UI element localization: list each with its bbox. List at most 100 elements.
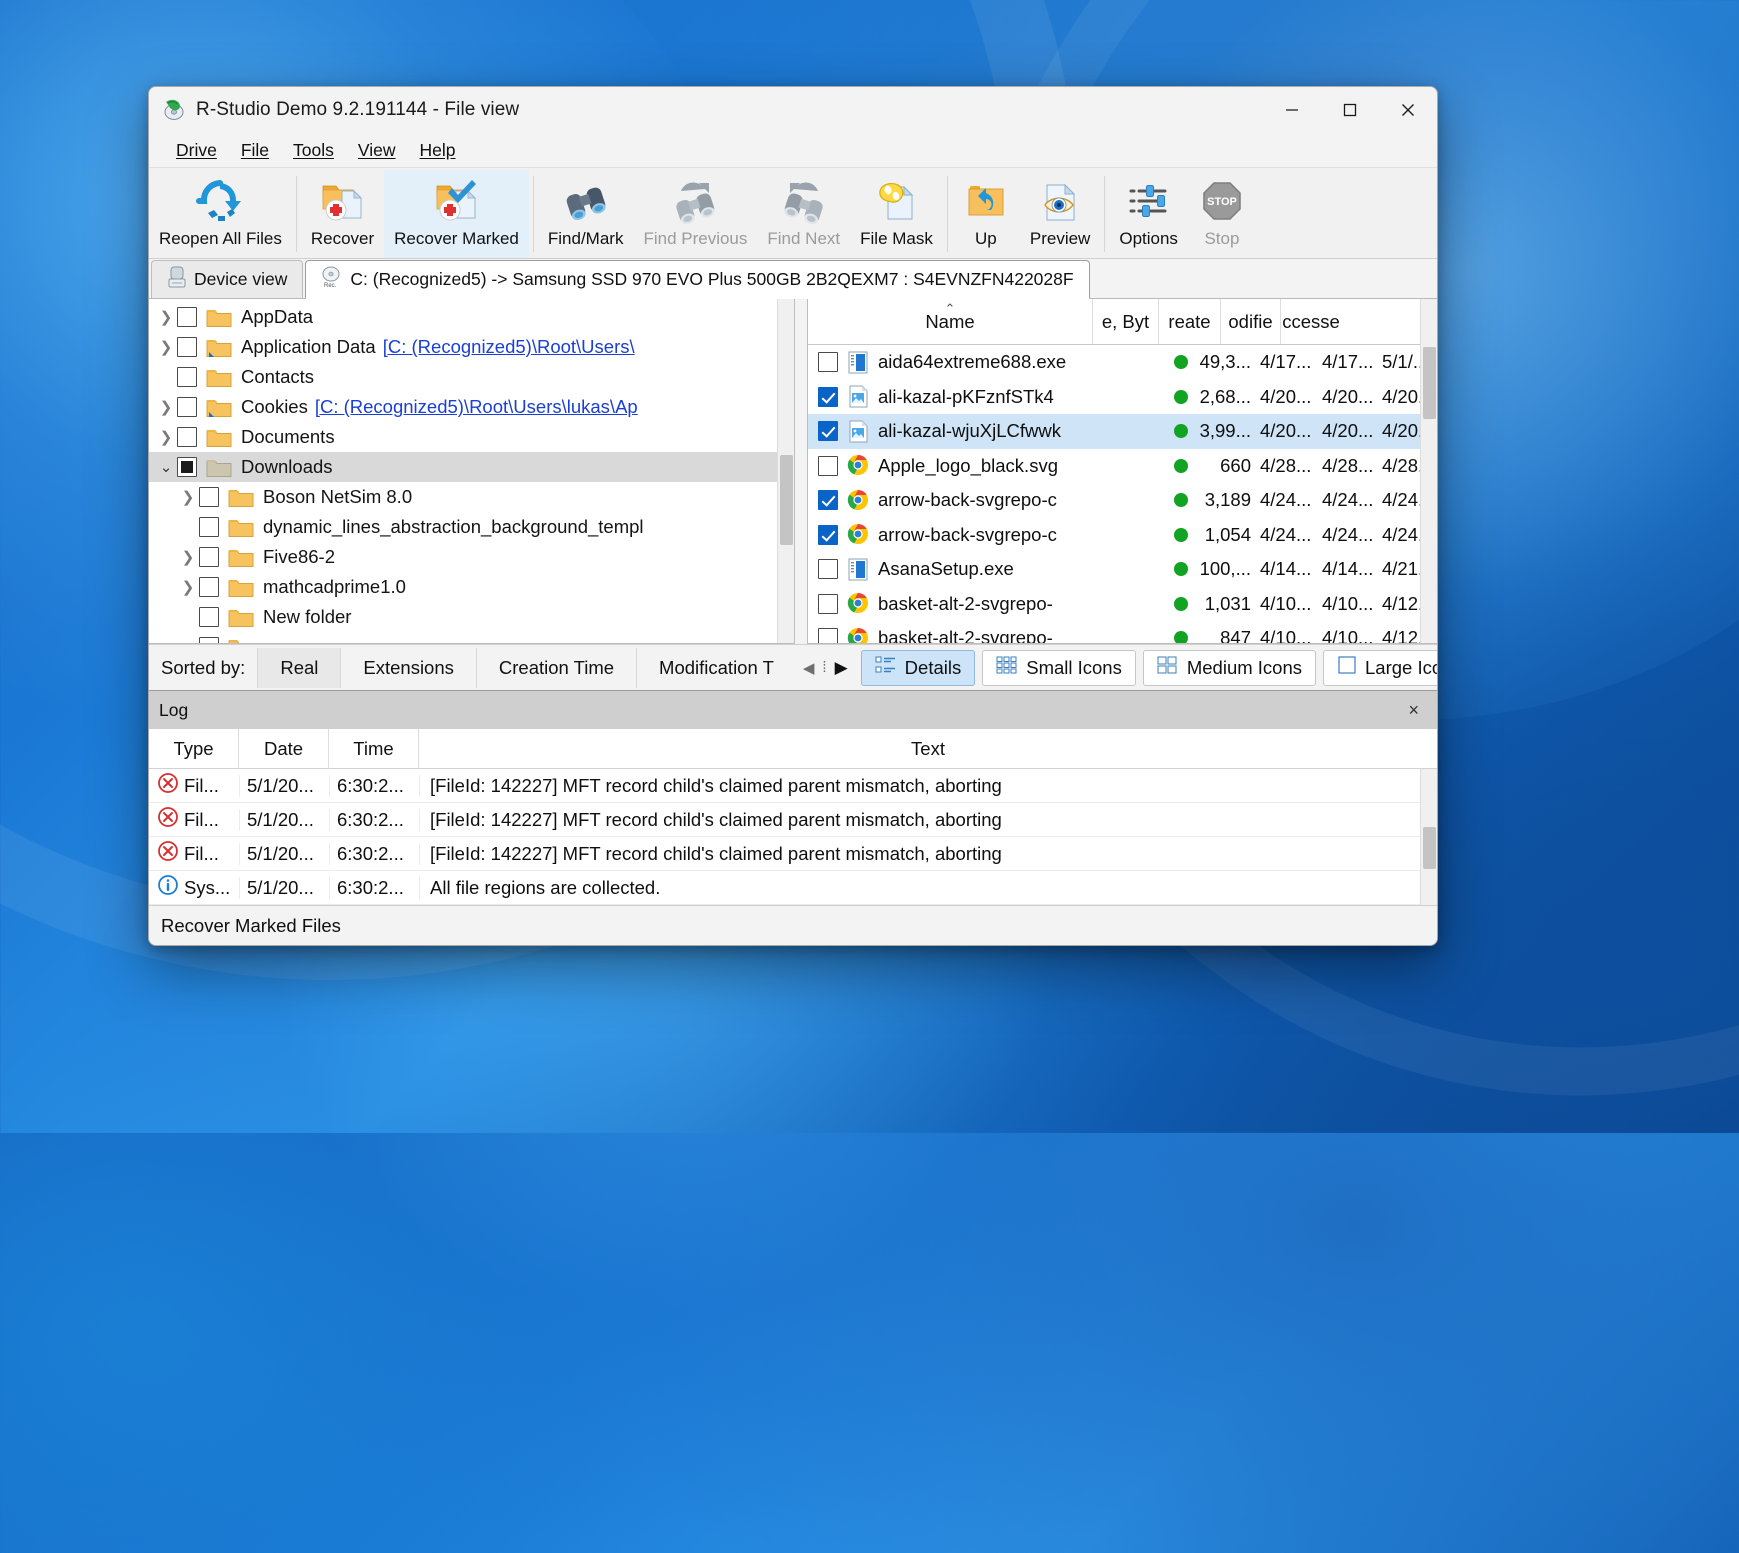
tree-checkbox[interactable]: [177, 457, 197, 477]
tree-item-application-data[interactable]: ❯ Application Data [C: (Recognized5)\Roo…: [149, 332, 794, 362]
column-header-size[interactable]: e, Byt: [1093, 299, 1159, 344]
tree-checkbox[interactable]: [199, 487, 219, 507]
table-row[interactable]: basket-alt-2-svgrepo- 1,031 4/10... 4/10…: [808, 587, 1437, 622]
tree-item-new-folder[interactable]: New folder: [149, 602, 794, 632]
menu-tools[interactable]: Tools: [282, 137, 345, 164]
table-row[interactable]: Apple_logo_black.svg 660 4/28... 4/28...…: [808, 449, 1437, 484]
menu-help[interactable]: Help: [409, 137, 467, 164]
file-checkbox[interactable]: [818, 386, 838, 407]
menu-drive[interactable]: Drive: [165, 137, 228, 164]
tree-item-downloads[interactable]: ⌄ Downloads: [149, 452, 794, 482]
table-row[interactable]: ali-kazal-pKFznfSTk4 2,68... 4/20... 4/2…: [808, 380, 1437, 415]
table-row[interactable]: arrow-back-svgrepo-c 3,189 4/24... 4/24.…: [808, 483, 1437, 518]
close-button[interactable]: [1379, 87, 1437, 133]
view-details-button[interactable]: Details: [860, 649, 976, 686]
log-vertical-scrollbar[interactable]: [1420, 769, 1437, 905]
maximize-button[interactable]: [1321, 87, 1379, 133]
view-small-icons-button[interactable]: Small Icons: [982, 649, 1136, 686]
log-row[interactable]: Fil... 5/1/20... 6:30:2... [FileId: 1422…: [149, 803, 1437, 837]
sort-option-modification-time[interactable]: Modification T: [636, 647, 796, 688]
close-icon[interactable]: ×: [1400, 700, 1427, 721]
file-checkbox[interactable]: [818, 628, 838, 643]
minimize-button[interactable]: [1263, 87, 1321, 133]
file-checkbox[interactable]: [818, 559, 838, 580]
toolbar-find-mark[interactable]: Find/Mark: [538, 170, 634, 258]
table-row[interactable]: arrow-back-svgrepo-c 1,054 4/24... 4/24.…: [808, 518, 1437, 553]
tree-item-link[interactable]: [C: (Recognized5)\Root\Users\lukas\Ap: [315, 396, 638, 418]
chevron-right-icon[interactable]: ❯: [177, 578, 199, 596]
file-checkbox[interactable]: [818, 524, 838, 545]
table-row[interactable]: basket-alt-2-svgrepo- 847 4/10... 4/10..…: [808, 621, 1437, 643]
file-checkbox[interactable]: [818, 421, 838, 442]
tree-checkbox[interactable]: [199, 517, 219, 537]
folder-tree-pane[interactable]: ❯ AppData ❯ Application Data [C: (Recogn…: [149, 299, 795, 644]
file-list-vertical-scrollbar[interactable]: [1420, 299, 1437, 643]
log-scroll-thumb[interactable]: [1423, 827, 1436, 869]
tree-checkbox[interactable]: [199, 607, 219, 627]
chevron-right-icon[interactable]: ❯: [155, 338, 177, 356]
tree-item-documents[interactable]: ❯ Documents: [149, 422, 794, 452]
tab-recognized-volume[interactable]: Rec. C: (Recognized5) -> Samsung SSD 970…: [305, 260, 1090, 299]
toolbar-find-next[interactable]: Find Next: [757, 170, 850, 258]
toolbar-file-mask[interactable]: File Mask: [850, 170, 943, 258]
chevron-right-icon[interactable]: ❯: [177, 488, 199, 506]
chevron-right-icon[interactable]: ❯: [155, 308, 177, 326]
log-row[interactable]: Fil... 5/1/20... 6:30:2... [FileId: 1422…: [149, 837, 1437, 871]
file-checkbox[interactable]: [818, 490, 838, 511]
column-header-created[interactable]: reate: [1159, 299, 1221, 344]
chevron-right-icon[interactable]: ❯: [155, 398, 177, 416]
menu-file[interactable]: File: [230, 137, 280, 164]
toolbar-recover[interactable]: Recover: [301, 170, 384, 258]
file-checkbox[interactable]: [818, 455, 838, 476]
tree-checkbox[interactable]: [199, 637, 219, 643]
tree-item-dynamic-lines[interactable]: dynamic_lines_abstraction_background_tem…: [149, 512, 794, 542]
view-large-icons-button[interactable]: Large Icons: [1323, 649, 1437, 686]
log-column-text[interactable]: Text: [419, 729, 1437, 768]
toolbar-recover-marked[interactable]: Recover Marked: [384, 170, 529, 258]
tree-checkbox[interactable]: [199, 577, 219, 597]
file-checkbox[interactable]: [818, 593, 838, 614]
table-row[interactable]: aida64extreme688.exe 49,3... 4/17... 4/1…: [808, 345, 1437, 380]
tree-scroll-thumb[interactable]: [780, 455, 793, 545]
column-header-modified[interactable]: odifie: [1221, 299, 1281, 344]
view-medium-icons-button[interactable]: Medium Icons: [1142, 649, 1317, 686]
toolbar-reopen-all-files[interactable]: Reopen All Files: [149, 170, 292, 258]
scroll-right-icon[interactable]: ▶: [832, 656, 851, 680]
toolbar-preview[interactable]: Preview: [1020, 170, 1100, 258]
log-column-type[interactable]: Type: [149, 729, 239, 768]
log-column-time[interactable]: Time: [329, 729, 419, 768]
tree-checkbox[interactable]: [177, 307, 197, 327]
tree-item-nsmmgr[interactable]: nsmmgr: [149, 632, 794, 643]
table-row[interactable]: ali-kazal-wjuXjLCfwwk 3,99... 4/20... 4/…: [808, 414, 1437, 449]
chevron-right-icon[interactable]: ❯: [177, 548, 199, 566]
toolbar-stop[interactable]: STOP Stop: [1188, 170, 1256, 258]
tree-item-contacts[interactable]: Contacts: [149, 362, 794, 392]
sort-option-extensions[interactable]: Extensions: [340, 647, 476, 688]
tree-checkbox[interactable]: [177, 427, 197, 447]
menu-view[interactable]: View: [347, 137, 407, 164]
tree-item-link[interactable]: [C: (Recognized5)\Root\Users\: [383, 336, 635, 358]
log-column-date[interactable]: Date: [239, 729, 329, 768]
toolbar-up[interactable]: Up: [952, 170, 1020, 258]
sort-option-real[interactable]: Real: [257, 647, 341, 688]
tree-item-boson-netsim[interactable]: ❯ Boson NetSim 8.0: [149, 482, 794, 512]
file-list-pane[interactable]: ⌃ Name e, Byt reate odifie ccesse aida64…: [807, 299, 1437, 644]
chevron-right-icon[interactable]: ❯: [155, 428, 177, 446]
tree-checkbox[interactable]: [177, 367, 197, 387]
log-row[interactable]: Sys... 5/1/20... 6:30:2... All file regi…: [149, 871, 1437, 905]
chevron-down-icon[interactable]: ⌄: [155, 458, 177, 476]
toolbar-options[interactable]: Options: [1109, 170, 1188, 258]
tree-checkbox[interactable]: [177, 337, 197, 357]
toolbar-find-previous[interactable]: Find Previous: [633, 170, 757, 258]
tree-checkbox[interactable]: [199, 547, 219, 567]
tree-item-mathcadprime[interactable]: ❯ mathcadprime1.0: [149, 572, 794, 602]
tree-item-cookies[interactable]: ❯ Cookies [C: (Recognized5)\Root\Users\l…: [149, 392, 794, 422]
file-list-scroll-thumb[interactable]: [1423, 347, 1436, 419]
table-row[interactable]: AsanaSetup.exe 100,... 4/14... 4/14... 4…: [808, 552, 1437, 587]
column-header-accessed[interactable]: ccesse: [1281, 299, 1341, 344]
tab-device-view[interactable]: Device view: [151, 260, 304, 298]
tree-checkbox[interactable]: [177, 397, 197, 417]
scroll-left-icon[interactable]: ◀: [800, 657, 818, 679]
sort-option-creation-time[interactable]: Creation Time: [475, 647, 636, 688]
tree-item-appdata[interactable]: ❯ AppData: [149, 302, 794, 332]
